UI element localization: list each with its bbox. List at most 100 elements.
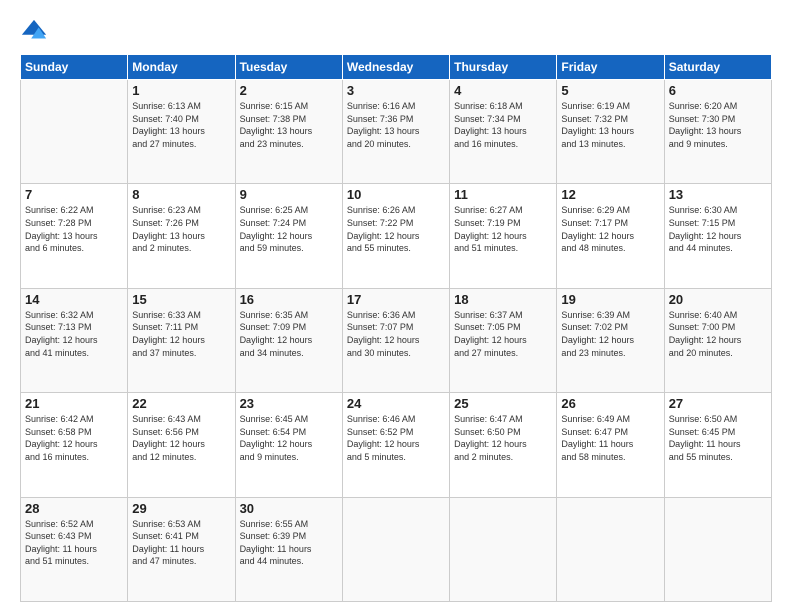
- day-info: Sunrise: 6:25 AM Sunset: 7:24 PM Dayligh…: [240, 204, 338, 254]
- day-info: Sunrise: 6:45 AM Sunset: 6:54 PM Dayligh…: [240, 413, 338, 463]
- calendar-cell: [342, 497, 449, 601]
- calendar-cell: [664, 497, 771, 601]
- calendar-cell: 15 Sunrise: 6:33 AM Sunset: 7:11 PM Dayli…: [128, 288, 235, 392]
- calendar-cell: 7 Sunrise: 6:22 AM Sunset: 7:28 PM Daylig…: [21, 184, 128, 288]
- calendar-cell: 24 Sunrise: 6:46 AM Sunset: 6:52 PM Dayli…: [342, 393, 449, 497]
- day-number: 19: [561, 292, 659, 307]
- weekday-header: Monday: [128, 55, 235, 80]
- day-info: Sunrise: 6:53 AM Sunset: 6:41 PM Dayligh…: [132, 518, 230, 568]
- day-info: Sunrise: 6:13 AM Sunset: 7:40 PM Dayligh…: [132, 100, 230, 150]
- calendar-cell: 3 Sunrise: 6:16 AM Sunset: 7:36 PM Daylig…: [342, 80, 449, 184]
- calendar-cell: 17 Sunrise: 6:36 AM Sunset: 7:07 PM Dayli…: [342, 288, 449, 392]
- calendar-cell: 10 Sunrise: 6:26 AM Sunset: 7:22 PM Dayli…: [342, 184, 449, 288]
- day-info: Sunrise: 6:35 AM Sunset: 7:09 PM Dayligh…: [240, 309, 338, 359]
- calendar-cell: 2 Sunrise: 6:15 AM Sunset: 7:38 PM Daylig…: [235, 80, 342, 184]
- day-number: 11: [454, 187, 552, 202]
- calendar-cell: 5Sunrise: 6:19 AM Sunset: 7:32 PM Daylig…: [557, 80, 664, 184]
- calendar-week-row: 21 Sunrise: 6:42 AM Sunset: 6:58 PM Dayli…: [21, 393, 772, 497]
- day-number: 12: [561, 187, 659, 202]
- calendar-cell: [21, 80, 128, 184]
- day-info: Sunrise: 6:18 AM Sunset: 7:34 PM Dayligh…: [454, 100, 552, 150]
- calendar-cell: 26 Sunrise: 6:49 AM Sunset: 6:47 PM Dayli…: [557, 393, 664, 497]
- day-info: Sunrise: 6:46 AM Sunset: 6:52 PM Dayligh…: [347, 413, 445, 463]
- day-number: 28: [25, 501, 123, 516]
- day-info: Sunrise: 6:40 AM Sunset: 7:00 PM Dayligh…: [669, 309, 767, 359]
- day-number: 6: [669, 83, 767, 98]
- day-number: 3: [347, 83, 445, 98]
- weekday-header: Wednesday: [342, 55, 449, 80]
- weekday-row: SundayMondayTuesdayWednesdayThursdayFrid…: [21, 55, 772, 80]
- day-info: Sunrise: 6:29 AM Sunset: 7:17 PM Dayligh…: [561, 204, 659, 254]
- day-info: Sunrise: 6:22 AM Sunset: 7:28 PM Dayligh…: [25, 204, 123, 254]
- day-number: 16: [240, 292, 338, 307]
- calendar-cell: 14 Sunrise: 6:32 AM Sunset: 7:13 PM Dayli…: [21, 288, 128, 392]
- day-info: Sunrise: 6:42 AM Sunset: 6:58 PM Dayligh…: [25, 413, 123, 463]
- weekday-header: Thursday: [450, 55, 557, 80]
- calendar: SundayMondayTuesdayWednesdayThursdayFrid…: [20, 54, 772, 602]
- calendar-cell: 25 Sunrise: 6:47 AM Sunset: 6:50 PM Dayli…: [450, 393, 557, 497]
- day-number: 17: [347, 292, 445, 307]
- day-number: 9: [240, 187, 338, 202]
- calendar-cell: 6 Sunrise: 6:20 AM Sunset: 7:30 PM Daylig…: [664, 80, 771, 184]
- calendar-cell: 4 Sunrise: 6:18 AM Sunset: 7:34 PM Daylig…: [450, 80, 557, 184]
- day-number: 4: [454, 83, 552, 98]
- day-info: Sunrise: 6:33 AM Sunset: 7:11 PM Dayligh…: [132, 309, 230, 359]
- day-number: 26: [561, 396, 659, 411]
- day-info: Sunrise: 6:23 AM Sunset: 7:26 PM Dayligh…: [132, 204, 230, 254]
- day-number: 13: [669, 187, 767, 202]
- day-info: Sunrise: 6:32 AM Sunset: 7:13 PM Dayligh…: [25, 309, 123, 359]
- calendar-cell: [450, 497, 557, 601]
- calendar-header: SundayMondayTuesdayWednesdayThursdayFrid…: [21, 55, 772, 80]
- weekday-header: Saturday: [664, 55, 771, 80]
- weekday-header: Sunday: [21, 55, 128, 80]
- calendar-week-row: 28 Sunrise: 6:52 AM Sunset: 6:43 PM Dayli…: [21, 497, 772, 601]
- calendar-cell: 21 Sunrise: 6:42 AM Sunset: 6:58 PM Dayli…: [21, 393, 128, 497]
- day-number: 25: [454, 396, 552, 411]
- day-info: Sunrise: 6:19 AM Sunset: 7:32 PM Dayligh…: [561, 100, 659, 150]
- day-info: Sunrise: 6:47 AM Sunset: 6:50 PM Dayligh…: [454, 413, 552, 463]
- day-number: 27: [669, 396, 767, 411]
- calendar-cell: 29Sunrise: 6:53 AM Sunset: 6:41 PM Dayli…: [128, 497, 235, 601]
- day-number: 1: [132, 83, 230, 98]
- calendar-cell: 20 Sunrise: 6:40 AM Sunset: 7:00 PM Dayli…: [664, 288, 771, 392]
- day-info: Sunrise: 6:43 AM Sunset: 6:56 PM Dayligh…: [132, 413, 230, 463]
- calendar-cell: 13 Sunrise: 6:30 AM Sunset: 7:15 PM Dayli…: [664, 184, 771, 288]
- day-info: Sunrise: 6:27 AM Sunset: 7:19 PM Dayligh…: [454, 204, 552, 254]
- day-number: 2: [240, 83, 338, 98]
- day-number: 15: [132, 292, 230, 307]
- day-number: 23: [240, 396, 338, 411]
- calendar-cell: 1 Sunrise: 6:13 AM Sunset: 7:40 PM Daylig…: [128, 80, 235, 184]
- calendar-week-row: 1 Sunrise: 6:13 AM Sunset: 7:40 PM Daylig…: [21, 80, 772, 184]
- calendar-cell: 18Sunrise: 6:37 AM Sunset: 7:05 PM Dayli…: [450, 288, 557, 392]
- day-info: Sunrise: 6:49 AM Sunset: 6:47 PM Dayligh…: [561, 413, 659, 463]
- day-info: Sunrise: 6:16 AM Sunset: 7:36 PM Dayligh…: [347, 100, 445, 150]
- day-number: 22: [132, 396, 230, 411]
- day-info: Sunrise: 6:15 AM Sunset: 7:38 PM Dayligh…: [240, 100, 338, 150]
- calendar-body: 1 Sunrise: 6:13 AM Sunset: 7:40 PM Daylig…: [21, 80, 772, 602]
- day-number: 7: [25, 187, 123, 202]
- header: [20, 18, 772, 46]
- day-info: Sunrise: 6:52 AM Sunset: 6:43 PM Dayligh…: [25, 518, 123, 568]
- day-number: 30: [240, 501, 338, 516]
- day-number: 10: [347, 187, 445, 202]
- logo: [20, 18, 52, 46]
- day-info: Sunrise: 6:36 AM Sunset: 7:07 PM Dayligh…: [347, 309, 445, 359]
- day-info: Sunrise: 6:30 AM Sunset: 7:15 PM Dayligh…: [669, 204, 767, 254]
- day-info: Sunrise: 6:26 AM Sunset: 7:22 PM Dayligh…: [347, 204, 445, 254]
- calendar-cell: 22 Sunrise: 6:43 AM Sunset: 6:56 PM Dayli…: [128, 393, 235, 497]
- calendar-cell: 19Sunrise: 6:39 AM Sunset: 7:02 PM Dayli…: [557, 288, 664, 392]
- calendar-week-row: 7 Sunrise: 6:22 AM Sunset: 7:28 PM Daylig…: [21, 184, 772, 288]
- page: SundayMondayTuesdayWednesdayThursdayFrid…: [0, 0, 792, 612]
- day-number: 8: [132, 187, 230, 202]
- calendar-cell: 28 Sunrise: 6:52 AM Sunset: 6:43 PM Dayli…: [21, 497, 128, 601]
- calendar-cell: 12 Sunrise: 6:29 AM Sunset: 7:17 PM Dayli…: [557, 184, 664, 288]
- day-number: 20: [669, 292, 767, 307]
- calendar-cell: 11 Sunrise: 6:27 AM Sunset: 7:19 PM Dayli…: [450, 184, 557, 288]
- day-number: 24: [347, 396, 445, 411]
- calendar-cell: 23 Sunrise: 6:45 AM Sunset: 6:54 PM Dayli…: [235, 393, 342, 497]
- day-number: 14: [25, 292, 123, 307]
- day-info: Sunrise: 6:37 AM Sunset: 7:05 PM Dayligh…: [454, 309, 552, 359]
- day-info: Sunrise: 6:20 AM Sunset: 7:30 PM Dayligh…: [669, 100, 767, 150]
- weekday-header: Tuesday: [235, 55, 342, 80]
- day-number: 21: [25, 396, 123, 411]
